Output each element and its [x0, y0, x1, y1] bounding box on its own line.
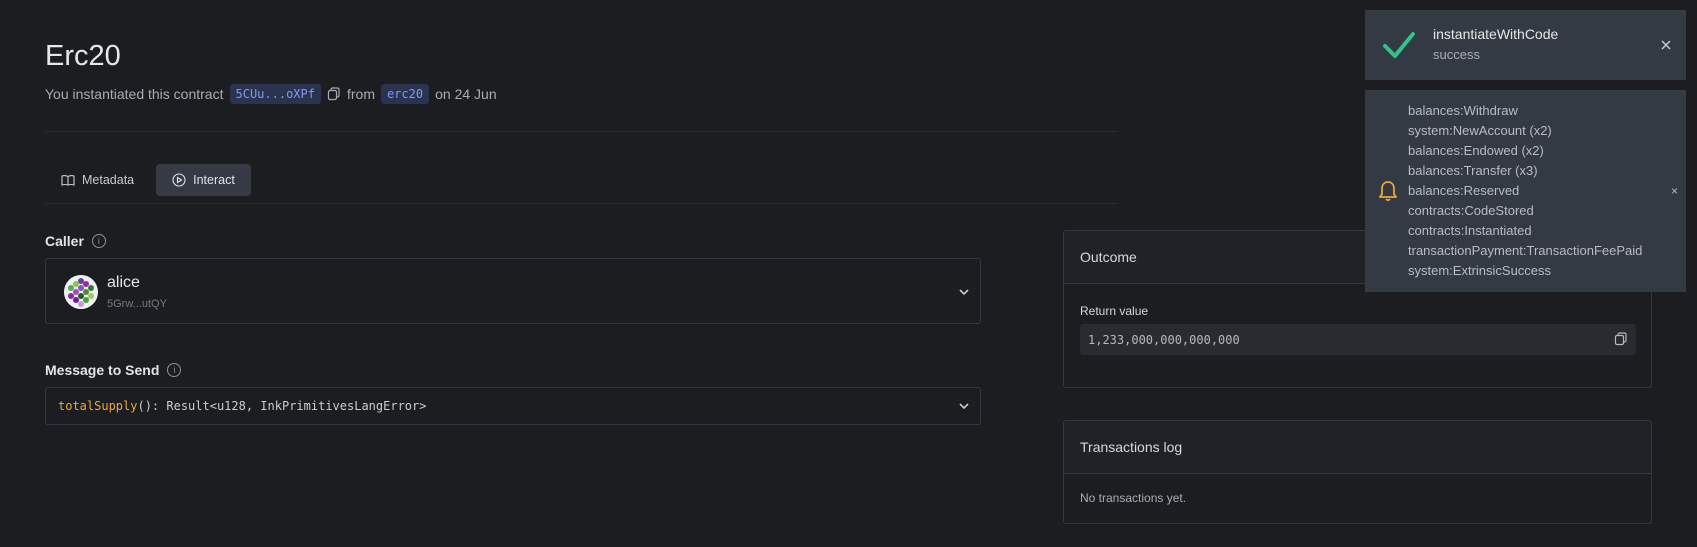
tab-bar: Metadata Interact	[45, 164, 251, 196]
tab-metadata[interactable]: Metadata	[45, 164, 150, 196]
page-title: Erc20	[45, 40, 121, 72]
chevron-down-icon	[959, 289, 969, 296]
caller-label: Caller	[45, 233, 84, 249]
caller-label-row: Caller i	[45, 233, 106, 249]
event-list: balances:Withdraw system:NewAccount (x2)…	[1408, 101, 1642, 281]
code-name-chip[interactable]: erc20	[380, 84, 430, 104]
transactions-panel: Transactions log No transactions yet.	[1063, 420, 1652, 524]
event-item: contracts:Instantiated	[1408, 223, 1532, 238]
book-icon	[61, 175, 75, 186]
event-item: transactionPayment:TransactionFeePaid	[1408, 243, 1643, 258]
tab-metadata-label: Metadata	[82, 173, 135, 187]
message-select[interactable]: totalSupply(): Result<u128, InkPrimitive…	[45, 387, 981, 425]
date-text: on 24 Jun	[435, 86, 497, 102]
header-divider	[45, 131, 1117, 132]
event-item: system:ExtrinsicSuccess	[1408, 263, 1552, 278]
event-item: contracts:CodeStored	[1408, 203, 1534, 218]
instantiated-text: You instantiated this contract	[45, 86, 224, 102]
contract-address-chip[interactable]: 5CUu...oXPf	[229, 84, 321, 104]
caller-address: 5Grw...utQY	[107, 298, 167, 310]
event-item: balances:Transfer (x3)	[1408, 163, 1538, 178]
tabs-divider	[45, 203, 1117, 204]
instantiation-info: You instantiated this contract 5CUu...oX…	[45, 84, 497, 104]
event-item: balances:Reserved	[1408, 183, 1520, 198]
message-label-row: Message to Send i	[45, 362, 182, 378]
success-toast: instantiateWithCode success	[1365, 10, 1686, 80]
message-label: Message to Send	[45, 362, 160, 378]
tab-interact[interactable]: Interact	[156, 164, 251, 196]
chevron-down-icon	[959, 403, 969, 410]
copy-icon[interactable]	[1614, 332, 1628, 346]
transactions-empty: No transactions yet.	[1080, 491, 1187, 505]
tab-interact-label: Interact	[193, 173, 235, 187]
toast-title: instantiateWithCode	[1433, 26, 1559, 42]
event-item: system:NewAccount (x2)	[1408, 123, 1552, 138]
event-item: balances:Endowed (x2)	[1408, 143, 1544, 158]
return-value-label: Return value	[1080, 304, 1149, 318]
message-signature: totalSupply(): Result<u128, InkPrimitive…	[58, 399, 426, 413]
event-item: balances:Withdraw	[1408, 103, 1518, 118]
return-value: 1,233,000,000,000,000	[1088, 333, 1240, 347]
from-text: from	[346, 86, 375, 102]
checkmark-icon	[1383, 32, 1415, 58]
events-toast: balances:Withdraw system:NewAccount (x2)…	[1365, 90, 1686, 292]
info-icon[interactable]: i	[167, 363, 182, 377]
toast-status: success	[1433, 47, 1480, 62]
transactions-title: Transactions log	[1064, 421, 1651, 474]
play-circle-icon	[172, 173, 186, 187]
caller-select[interactable]: alice 5Grw...utQY	[45, 258, 981, 324]
return-value-box: 1,233,000,000,000,000	[1080, 324, 1636, 355]
close-icon[interactable]: ×	[1671, 184, 1678, 198]
info-icon[interactable]: i	[91, 234, 106, 248]
avatar	[64, 275, 98, 309]
caller-name: alice	[107, 274, 140, 291]
close-icon[interactable]	[1660, 39, 1672, 51]
message-params: (): Result<u128, InkPrimitivesLangError>	[137, 399, 427, 413]
copy-icon[interactable]	[327, 87, 341, 101]
bell-icon	[1379, 181, 1397, 202]
message-function-name: totalSupply	[58, 399, 138, 413]
